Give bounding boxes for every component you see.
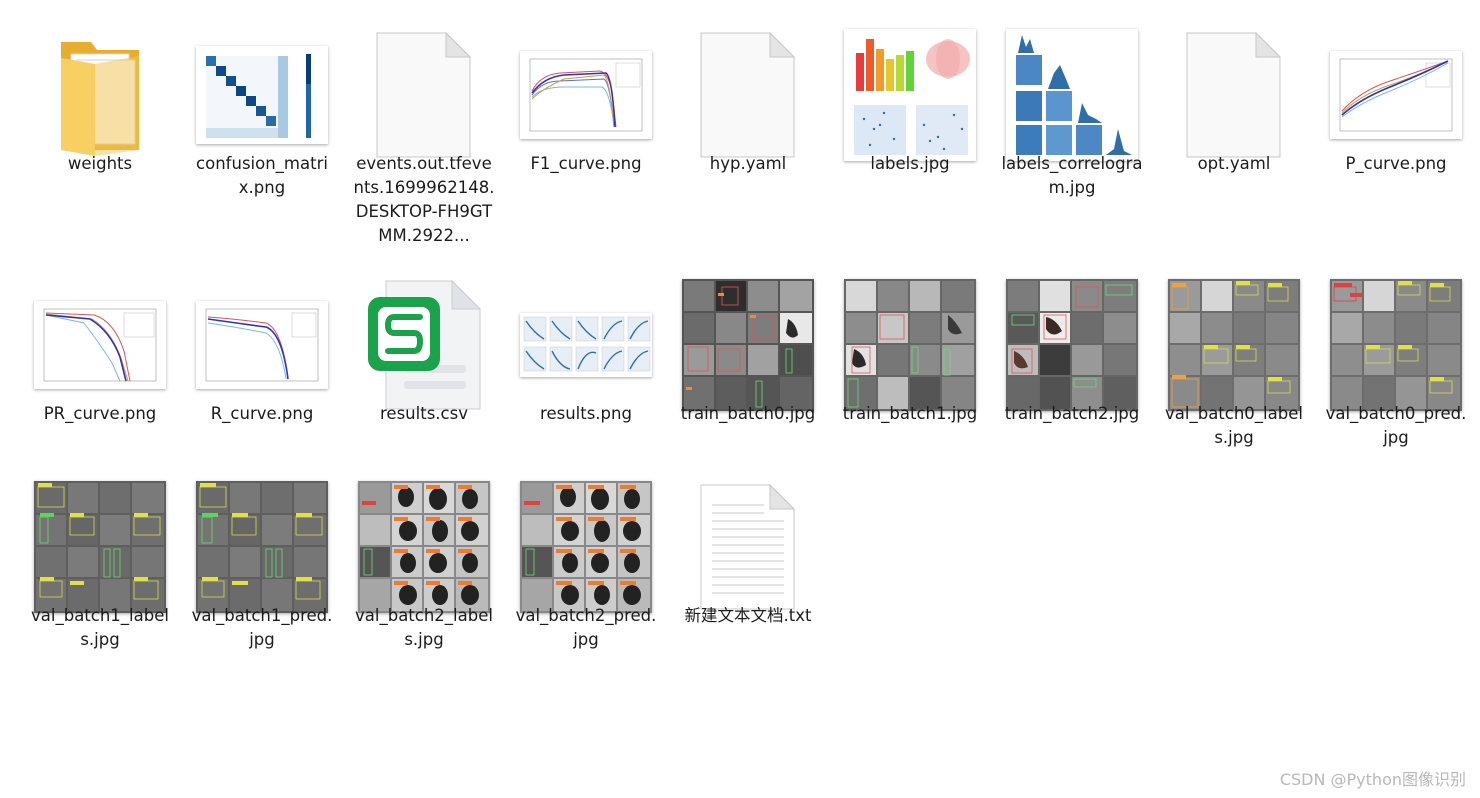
file-name-label: PR_curve.png [43,404,157,423]
image-thumbnail-icon [1321,270,1471,420]
image-thumbnail-icon [1159,270,1309,420]
file-explorer-view: weights confusion_matrix.png events.out.… [0,0,1480,798]
file-name-label: val_batch0_pred.jpg [1325,404,1467,447]
image-thumbnail-icon [835,20,985,170]
image-thumbnail-icon [25,270,175,420]
image-thumbnail-icon [997,270,1147,420]
image-thumbnail-icon [511,472,661,622]
file-name-label: results.png [540,404,632,423]
image-thumbnail-icon [1321,20,1471,170]
image-thumbnail-icon [349,472,499,622]
file-name-label: val_batch2_labels.jpg [355,606,493,649]
spreadsheet-icon [349,270,499,420]
image-thumbnail-icon [511,20,661,170]
image-thumbnail-icon [25,472,175,622]
file-name-label: train_batch1.jpg [842,404,978,423]
file-name-label: weights [67,154,133,173]
image-thumbnail-icon [997,20,1147,170]
file-name-label: hyp.yaml [709,154,787,173]
file-name-label: labels_correlogram.jpg [1001,154,1143,197]
file-name-label: results.csv [380,404,468,423]
file-name-label: opt.yaml [1197,154,1271,173]
blank-file-icon [673,20,823,170]
image-thumbnail-icon [673,270,823,420]
text-file-icon [673,472,823,622]
file-name-label: P_curve.png [1345,154,1447,173]
file-name-label: val_batch1_labels.jpg [31,606,169,649]
file-name-label: val_batch0_labels.jpg [1165,404,1303,447]
file-name-label: val_batch1_pred.jpg [191,606,333,649]
blank-file-icon [1159,20,1309,170]
file-name-label: labels.jpg [870,154,950,173]
folder-icon [25,20,175,170]
file-name-label: 新建文本文档.txt [684,606,812,625]
image-thumbnail-icon [187,270,337,420]
file-name-label: F1_curve.png [530,154,642,173]
image-thumbnail-icon [511,270,661,420]
image-thumbnail-icon [187,472,337,622]
file-name-label: events.out.tfevents.1699962148.DESKTOP-F… [353,154,495,245]
file-name-label: val_batch2_pred.jpg [515,606,657,649]
blank-file-icon [349,20,499,170]
file-name-label: confusion_matrix.png [196,154,328,197]
file-name-label: train_batch2.jpg [1004,404,1140,423]
image-thumbnail-icon [187,20,337,170]
watermark-text: CSDN @Python图像识别 [1279,770,1466,789]
file-name-label: R_curve.png [210,404,314,423]
file-name-label: train_batch0.jpg [680,404,816,423]
image-thumbnail-icon [835,270,985,420]
